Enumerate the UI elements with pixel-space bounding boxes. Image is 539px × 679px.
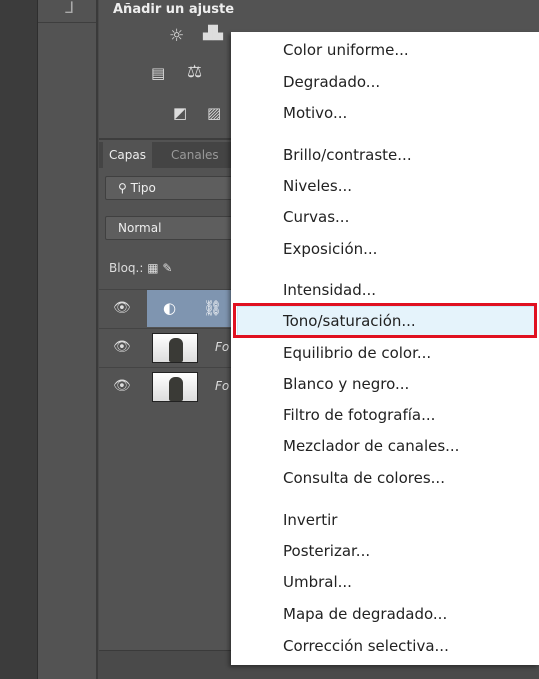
collapsed-panel-column: ⅃ [38,0,98,679]
menu-item[interactable]: Curvas... [283,202,349,232]
menu-item[interactable]: Brillo/contraste... [283,140,412,170]
layer-name: Fo [215,379,230,393]
menu-item[interactable]: Exposición... [283,234,377,264]
menu-item[interactable]: Invertir [283,505,337,535]
menu-item[interactable]: Consulta de colores... [283,463,445,493]
menu-item[interactable]: Umbral... [283,567,352,597]
eye-icon[interactable]: 👁 [113,339,131,355]
left-strip [0,0,38,679]
adjustment-menu: Color uniforme... Degradado... Motivo... Br… [231,32,539,665]
invert-icon[interactable]: ◩ [173,104,187,122]
adjustments-title: Añadir un ajuste [113,2,235,17]
eye-icon[interactable]: 👁 [113,300,131,316]
brightness-icon[interactable]: ☼ [169,26,184,46]
filter-label: Tipo [130,181,156,195]
menu-item[interactable]: Intensidad... [283,275,376,305]
lock-row: Bloq.: ▦ ✎ [109,261,172,275]
menu-item[interactable]: Tono/saturación... [283,306,416,336]
menu-item[interactable]: Filtro de fotografía... [283,400,435,430]
layer-thumbnail [152,333,198,363]
menu-item[interactable]: Posterizar... [283,536,370,566]
vibrance-icon[interactable]: ▤ [151,64,165,82]
menu-item[interactable]: Corrección selectiva... [283,631,449,661]
lock-transparent-icon[interactable]: ▦ [147,261,158,275]
layer-thumbnail [152,372,198,402]
menu-item[interactable]: Niveles... [283,171,352,201]
adjustment-layer-icon: ◐ [163,299,177,317]
layer-name: Fo [215,340,230,354]
menu-item[interactable]: Motivo... [283,98,347,128]
link-icon[interactable]: ⛓ [203,299,222,317]
panel-collapse-icon[interactable]: ⅃ [38,0,96,23]
tab-canales[interactable]: Canales [165,142,225,168]
color-balance-icon[interactable]: ⚖ [187,62,202,82]
search-icon: ⚲ [118,181,131,195]
tab-capas[interactable]: Capas [103,142,152,168]
menu-item[interactable]: Mapa de degradado... [283,599,447,629]
menu-item[interactable]: Equilibrio de color... [283,338,431,368]
menu-item[interactable]: Degradado... [283,67,380,97]
menu-item[interactable]: Blanco y negro... [283,369,409,399]
eye-icon[interactable]: 👁 [113,378,131,394]
lock-paint-icon[interactable]: ✎ [162,261,172,275]
levels-icon[interactable]: ▟▙ [203,26,223,41]
gradient-map-icon[interactable]: ▨ [207,104,221,122]
lock-label: Bloq.: [109,261,144,275]
menu-item[interactable]: Mezclador de canales... [283,431,459,461]
menu-item[interactable]: Color uniforme... [283,35,409,65]
